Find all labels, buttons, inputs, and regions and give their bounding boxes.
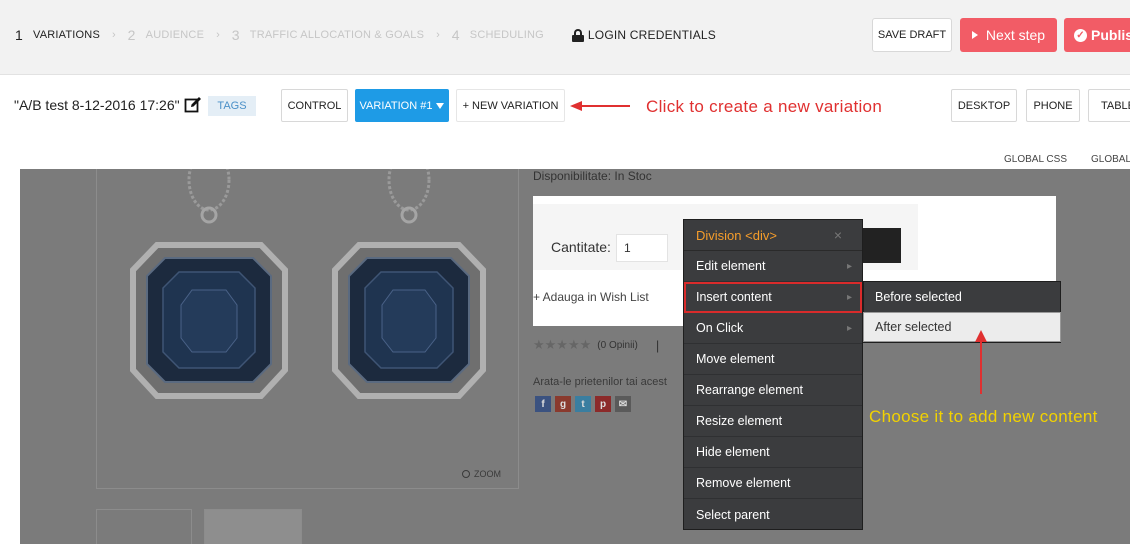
- global-js-link[interactable]: GLOBAL: [1091, 154, 1130, 165]
- pinterest-icon[interactable]: p: [595, 396, 611, 412]
- menu-item-label: Remove element: [696, 476, 791, 490]
- editor-screen: 1 VARIATIONS › 2 AUDIENCE › 3 TRAFFIC AL…: [0, 0, 1130, 544]
- test-name: "A/B test 8-12-2016 17:26": [14, 97, 180, 113]
- annotation-new-variation: Click to create a new variation: [646, 97, 883, 116]
- publish-button[interactable]: ✓ Publish: [1064, 18, 1130, 52]
- test-title: "A/B test 8-12-2016 17:26": [14, 96, 202, 114]
- step-nav: 1 VARIATIONS › 2 AUDIENCE › 3 TRAFFIC AL…: [15, 27, 716, 43]
- submenu-before-selected[interactable]: Before selected: [864, 282, 1060, 312]
- zoom-label: ZOOM: [474, 469, 501, 479]
- earrings-image: [130, 169, 486, 399]
- chevron-right-icon: ›: [216, 29, 220, 41]
- publish-label: Publish: [1091, 27, 1130, 43]
- step-traffic[interactable]: 3 TRAFFIC ALLOCATION & GOALS: [232, 27, 424, 43]
- tablet-view-button[interactable]: TABLE: [1088, 89, 1130, 122]
- insert-content-submenu: Before selected After selected: [863, 281, 1061, 343]
- quantity-label: Cantitate:: [551, 239, 611, 255]
- chevron-right-icon: ▸: [846, 260, 852, 272]
- menu-item-move-element[interactable]: Move element: [684, 344, 862, 375]
- wishlist-link[interactable]: + Adauga in Wish List: [533, 290, 649, 304]
- quantity-input[interactable]: 1: [616, 234, 668, 262]
- google-plus-icon[interactable]: g: [555, 396, 571, 412]
- next-step-label: Next step: [985, 27, 1046, 43]
- chevron-right-icon: ▸: [846, 291, 852, 303]
- step-number: 3: [231, 27, 240, 43]
- step-number: 1: [15, 27, 23, 43]
- variation-1-label: VARIATION #1: [359, 99, 433, 112]
- annotation-arrow-left: [570, 101, 630, 111]
- lock-icon: [571, 28, 584, 42]
- step-label: VARIATIONS: [33, 29, 100, 41]
- phone-view-button[interactable]: PHONE: [1026, 89, 1080, 122]
- menu-item-label: Move element: [696, 352, 775, 366]
- desktop-view-button[interactable]: DESKTOP: [951, 89, 1017, 122]
- zoom-button[interactable]: ZOOM: [462, 469, 501, 479]
- check-circle-icon: ✓: [1074, 28, 1087, 42]
- menu-item-label: Hide element: [696, 445, 770, 459]
- element-context-menu: Division <div> × Edit element ▸ Insert c…: [683, 219, 863, 530]
- context-menu-header: Division <div> ×: [684, 220, 862, 251]
- star-icon: ★★★★★: [533, 337, 592, 352]
- reviews-count[interactable]: (0 Opinii): [597, 340, 638, 351]
- menu-item-label: On Click: [696, 321, 744, 335]
- twitter-icon[interactable]: t: [575, 396, 591, 412]
- close-icon[interactable]: ×: [834, 227, 842, 243]
- caret-down-icon: [436, 102, 445, 109]
- chevron-right-icon: ›: [436, 29, 440, 41]
- step-variations[interactable]: 1 VARIATIONS: [15, 27, 100, 43]
- submenu-after-selected[interactable]: After selected: [863, 312, 1061, 342]
- global-css-link[interactable]: GLOBAL CSS: [1004, 154, 1067, 165]
- save-draft-button[interactable]: SAVE DRAFT: [872, 18, 952, 52]
- divider: |: [655, 337, 660, 353]
- context-menu-title: Division <div>: [696, 227, 777, 243]
- step-label: TRAFFIC ALLOCATION & GOALS: [249, 29, 425, 41]
- menu-item-label: Resize element: [696, 414, 783, 428]
- menu-item-label: Insert content: [696, 290, 772, 304]
- step-label: AUDIENCE: [145, 29, 205, 41]
- chevron-right-icon: ›: [112, 29, 116, 41]
- menu-item-hide-element[interactable]: Hide element: [684, 437, 862, 468]
- email-icon[interactable]: ✉: [615, 396, 631, 412]
- rating: ★★★★★ (0 Opinii) |: [533, 337, 659, 353]
- magnifier-icon: [462, 470, 470, 478]
- share-text: Arata-le prietenilor tai acest: [533, 376, 667, 388]
- social-share-bar: f g t p ✉: [535, 396, 635, 412]
- product-thumbnail[interactable]: [204, 509, 302, 544]
- menu-item-label: Rearrange element: [696, 383, 804, 397]
- control-tab[interactable]: CONTROL: [281, 89, 348, 122]
- menu-item-resize-element[interactable]: Resize element: [684, 406, 862, 437]
- variation-1-tab[interactable]: VARIATION #1: [355, 89, 449, 122]
- menu-item-edit-element[interactable]: Edit element ▸: [684, 251, 862, 282]
- menu-item-label: Select parent: [696, 507, 770, 522]
- next-step-button[interactable]: Next step: [960, 18, 1057, 52]
- step-number: 4: [451, 27, 460, 43]
- step-audience[interactable]: 2 AUDIENCE: [128, 27, 204, 43]
- annotation-after-selected: Choose it to add new content: [869, 407, 1098, 426]
- menu-item-label: Edit element: [696, 259, 766, 273]
- step-scheduling[interactable]: 4 SCHEDULING: [452, 27, 544, 43]
- login-label: LOGIN CREDENTIALS: [587, 28, 716, 42]
- product-image: [96, 169, 519, 489]
- step-label: SCHEDULING: [469, 29, 544, 41]
- wizard-header: 1 VARIATIONS › 2 AUDIENCE › 3 TRAFFIC AL…: [0, 0, 1130, 75]
- menu-item-select-parent[interactable]: Select parent: [684, 499, 862, 530]
- new-variation-button[interactable]: + NEW VARIATION: [456, 89, 565, 122]
- step-number: 2: [127, 27, 136, 43]
- page-preview: ZOOM Disponibilitate: In Stoc Cantitate:…: [20, 169, 1130, 544]
- facebook-icon[interactable]: f: [535, 396, 551, 412]
- annotation-arrow-up: [975, 330, 987, 394]
- login-credentials-link[interactable]: LOGIN CREDENTIALS: [571, 28, 716, 42]
- product-thumbnail[interactable]: [96, 509, 192, 544]
- tags-button[interactable]: TAGS: [208, 96, 256, 116]
- chevron-right-icon: ▸: [846, 322, 852, 334]
- availability-text: Disponibilitate: In Stoc: [533, 169, 652, 183]
- menu-item-on-click[interactable]: On Click ▸: [684, 313, 862, 344]
- play-icon: [971, 31, 978, 39]
- menu-item-rearrange-element[interactable]: Rearrange element: [684, 375, 862, 406]
- edit-icon[interactable]: [184, 96, 202, 114]
- menu-item-remove-element[interactable]: Remove element: [684, 468, 862, 499]
- menu-item-insert-content[interactable]: Insert content ▸: [684, 282, 862, 313]
